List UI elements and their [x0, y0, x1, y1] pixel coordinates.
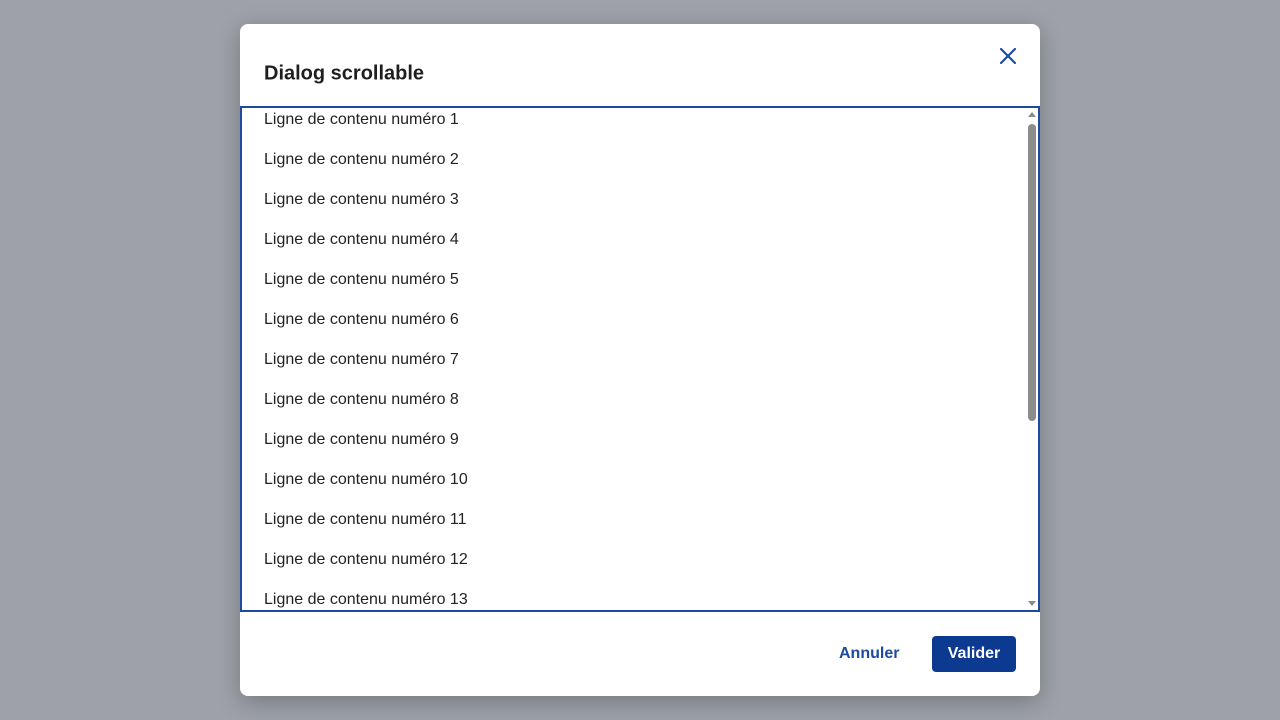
- list-item: Ligne de contenu numéro 3: [264, 191, 459, 208]
- list-item: Ligne de contenu numéro 11: [264, 511, 467, 528]
- scrollable-content[interactable]: Ligne de contenu numéro 1 Ligne de conte…: [240, 106, 1040, 612]
- scrollable-dialog: Dialog scrollable Ligne de contenu numér…: [240, 24, 1040, 696]
- dialog-footer: Annuler Valider: [240, 612, 1040, 696]
- vertical-scrollbar[interactable]: [1026, 108, 1038, 610]
- scrollbar-thumb[interactable]: [1028, 124, 1036, 421]
- list-item: Ligne de contenu numéro 5: [264, 271, 459, 288]
- list-item: Ligne de contenu numéro 13: [264, 591, 468, 608]
- content-list: Ligne de contenu numéro 1 Ligne de conte…: [264, 108, 468, 610]
- list-item: Ligne de contenu numéro 7: [264, 351, 459, 368]
- dialog-header: Dialog scrollable: [240, 24, 1040, 106]
- list-item: Ligne de contenu numéro 2: [264, 151, 459, 168]
- list-item: Ligne de contenu numéro 9: [264, 431, 459, 448]
- list-item: Ligne de contenu numéro 8: [264, 391, 459, 408]
- close-icon: [999, 47, 1017, 65]
- dialog-title: Dialog scrollable: [264, 62, 425, 85]
- list-item: Ligne de contenu numéro 1: [264, 111, 459, 128]
- list-item: Ligne de contenu numéro 10: [264, 471, 468, 488]
- list-item: Ligne de contenu numéro 4: [264, 231, 459, 248]
- validate-button[interactable]: Valider: [932, 636, 1016, 672]
- list-item: Ligne de contenu numéro 12: [264, 551, 468, 568]
- list-item: Ligne de contenu numéro 6: [264, 311, 459, 328]
- cancel-button[interactable]: Annuler: [824, 636, 914, 672]
- scroll-up-arrow-icon[interactable]: [1028, 112, 1036, 117]
- scroll-down-arrow-icon[interactable]: [1028, 601, 1036, 606]
- close-button[interactable]: [994, 42, 1022, 70]
